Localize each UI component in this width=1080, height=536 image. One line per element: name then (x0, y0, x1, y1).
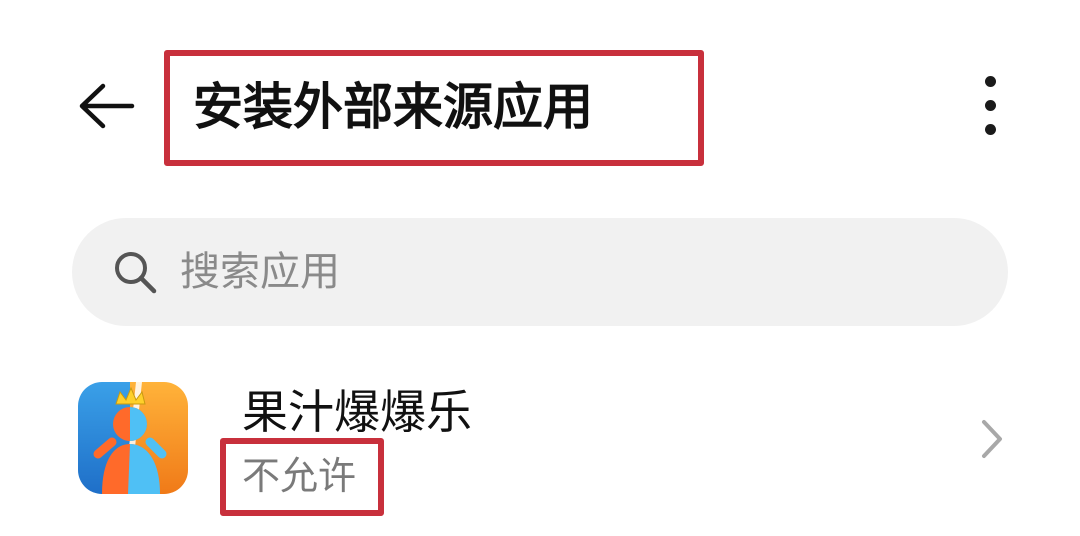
more-options-button[interactable] (962, 70, 1018, 140)
chevron-right-icon (982, 420, 1002, 458)
screen: 安装外部来源应用 搜索应用 果汁爆爆乐 不允许 (0, 0, 1080, 536)
back-button[interactable] (74, 76, 138, 136)
search-input[interactable] (180, 242, 940, 302)
list-item[interactable]: 果汁爆爆乐 不允许 (60, 370, 1060, 520)
more-vertical-icon (984, 75, 996, 87)
arrow-left-icon (79, 83, 135, 129)
page-title: 安装外部来源应用 (193, 78, 593, 136)
app-permission-status: 不允许 (242, 454, 357, 498)
app-name: 果汁爆爆乐 (242, 385, 472, 439)
more-dot (984, 99, 996, 111)
search-bar[interactable] (72, 218, 1008, 326)
more-dot (984, 123, 996, 135)
app-icon-juice-game (78, 382, 188, 494)
search-icon (115, 252, 157, 294)
